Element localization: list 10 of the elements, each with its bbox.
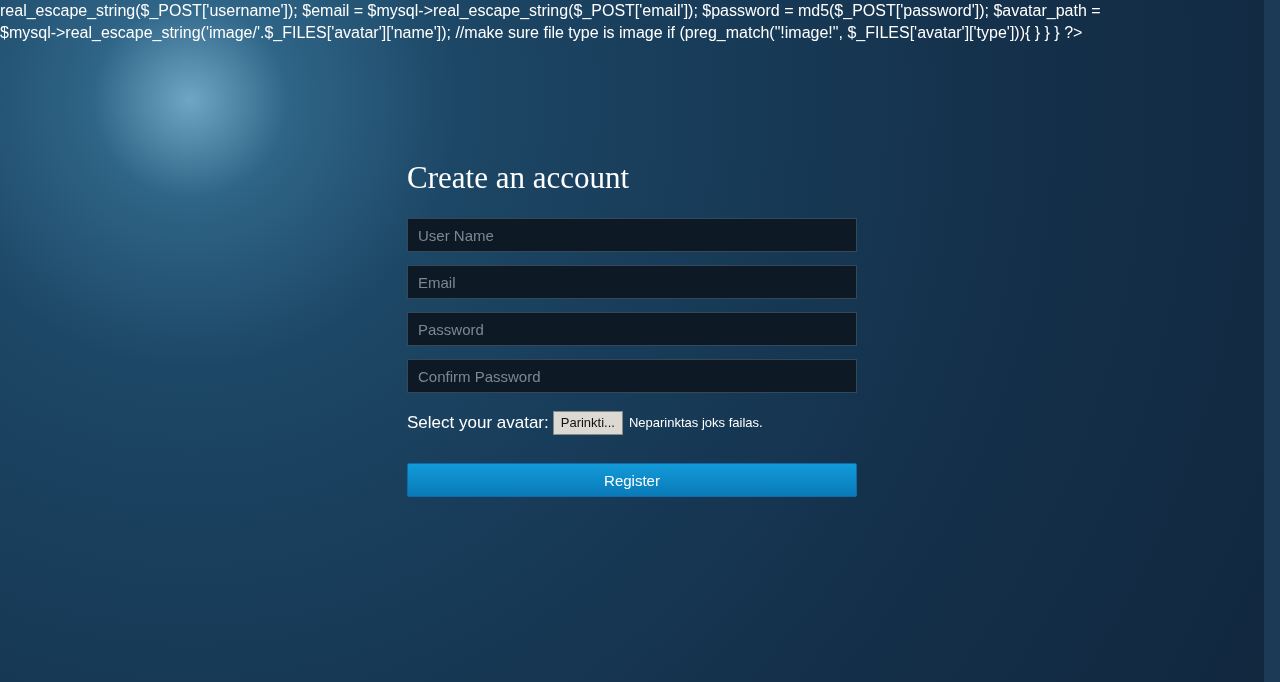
choose-file-button[interactable]: Parinkti... [552,411,623,435]
form-title: Create an account [407,159,631,197]
input-field[interactable]: User Name [407,218,857,252]
register-button[interactable]: Register [407,462,857,497]
input-field[interactable]: Email [407,265,857,299]
avatar-label: Select your avatar: [407,412,549,434]
input-field[interactable]: Confirm Password [407,359,857,393]
input-field[interactable]: Password [407,312,857,346]
code-text: real_escape_string($_POST['username']); $email = $mysql->real_escape_string($_POST['email']); $password = md5($_POST['password']); $avatar_path = $mysql->real_escape_string('image/'.$_FILES['avatar']['name']); //make sure file type is image if (preg_match("!image!", $_FILES['avatar']['type'])){ } } } ?> [0,1,1102,43]
file-status-text: Neparinktas joks failas. [628,414,763,432]
